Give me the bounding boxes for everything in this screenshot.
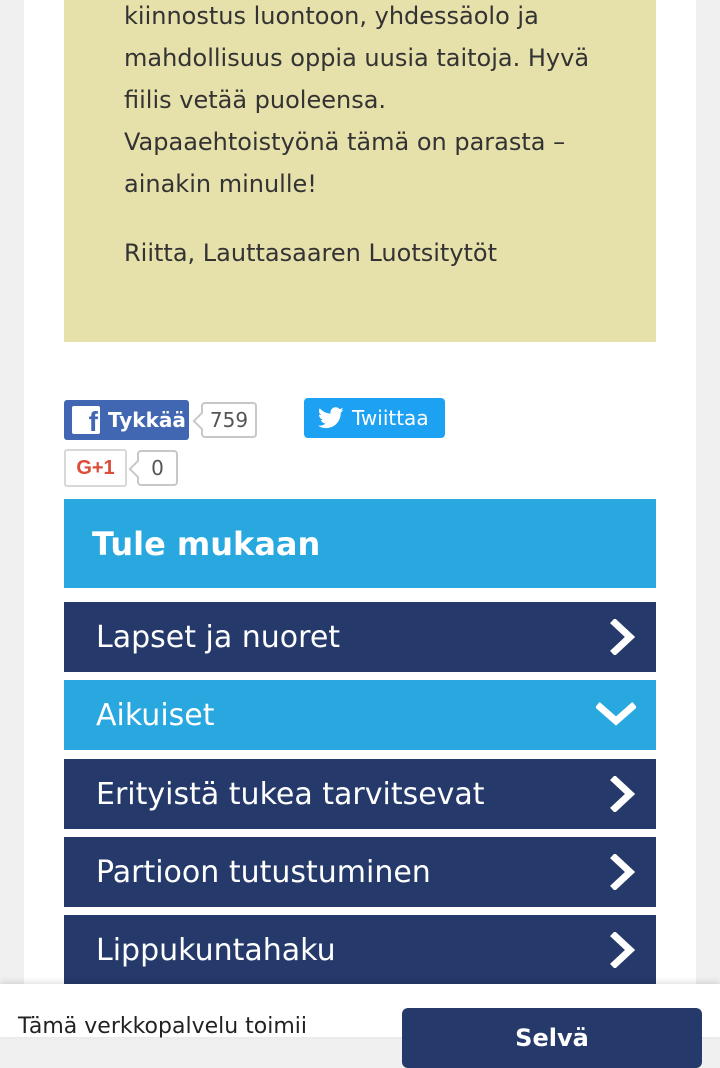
- twitter-tweet-button[interactable]: Twiittaa: [304, 398, 445, 438]
- twitter-tweet-label: Twiittaa: [352, 406, 429, 430]
- chevron-right-icon: [610, 854, 636, 890]
- join-item-lapset-ja-nuoret[interactable]: Lapset ja nuoret: [64, 602, 656, 672]
- testimonial-quote: kiinnostus luontoon, yhdessäolo ja mahdo…: [64, 0, 656, 342]
- testimonial-signature: Riitta, Lauttasaaren Luotsitytöt: [124, 239, 498, 267]
- cookie-accept-button[interactable]: Selvä: [402, 1008, 702, 1068]
- facebook-like-label: Tykkää: [108, 408, 186, 432]
- join-item-label: Lapset ja nuoret: [96, 619, 341, 655]
- cookie-notice-bar: Tämä verkkopalvelu toimii Selvä: [0, 984, 720, 1068]
- testimonial-line: kiinnostus luontoon, yhdessäolo ja: [124, 2, 539, 30]
- join-item-label: Erityistä tukea tarvitsevat: [96, 776, 485, 812]
- join-item-label: Lippukuntahaku: [96, 932, 336, 968]
- twitter-bird-icon: [318, 407, 344, 429]
- join-item-label: Aikuiset: [96, 697, 215, 733]
- testimonial-line: ainakin minulle!: [124, 170, 317, 198]
- testimonial-line: fiilis vetää puoleensa.: [124, 86, 387, 114]
- cookie-notice-text: Tämä verkkopalvelu toimii: [18, 1014, 308, 1039]
- google-plus-count: 0: [137, 450, 178, 486]
- facebook-like-count: 759: [201, 402, 257, 438]
- testimonial-line: Vapaaehtoistyönä tämä on parasta –: [124, 128, 566, 156]
- testimonial-line: mahdollisuus oppia uusia taitoja. Hyvä: [124, 44, 590, 72]
- chevron-down-icon: [596, 702, 636, 726]
- chevron-right-icon: [610, 776, 636, 812]
- facebook-like-button[interactable]: f Tykkää: [64, 400, 189, 440]
- join-item-erityista-tukea-tarvitsevat[interactable]: Erityistä tukea tarvitsevat: [64, 759, 656, 829]
- chevron-right-icon: [610, 932, 636, 968]
- join-item-lippukuntahaku[interactable]: Lippukuntahaku: [64, 915, 656, 985]
- facebook-f-icon: f: [72, 406, 100, 436]
- join-item-partioon-tutustuminen[interactable]: Partioon tutustuminen: [64, 837, 656, 907]
- google-plus-button[interactable]: G+1: [64, 449, 127, 487]
- join-item-aikuiset[interactable]: Aikuiset: [64, 680, 656, 750]
- join-section-title: Tule mukaan: [64, 499, 656, 588]
- testimonial-text: kiinnostus luontoon, yhdessäolo ja mahdo…: [124, 0, 604, 205]
- join-item-label: Partioon tutustuminen: [96, 854, 431, 890]
- chevron-right-icon: [610, 619, 636, 655]
